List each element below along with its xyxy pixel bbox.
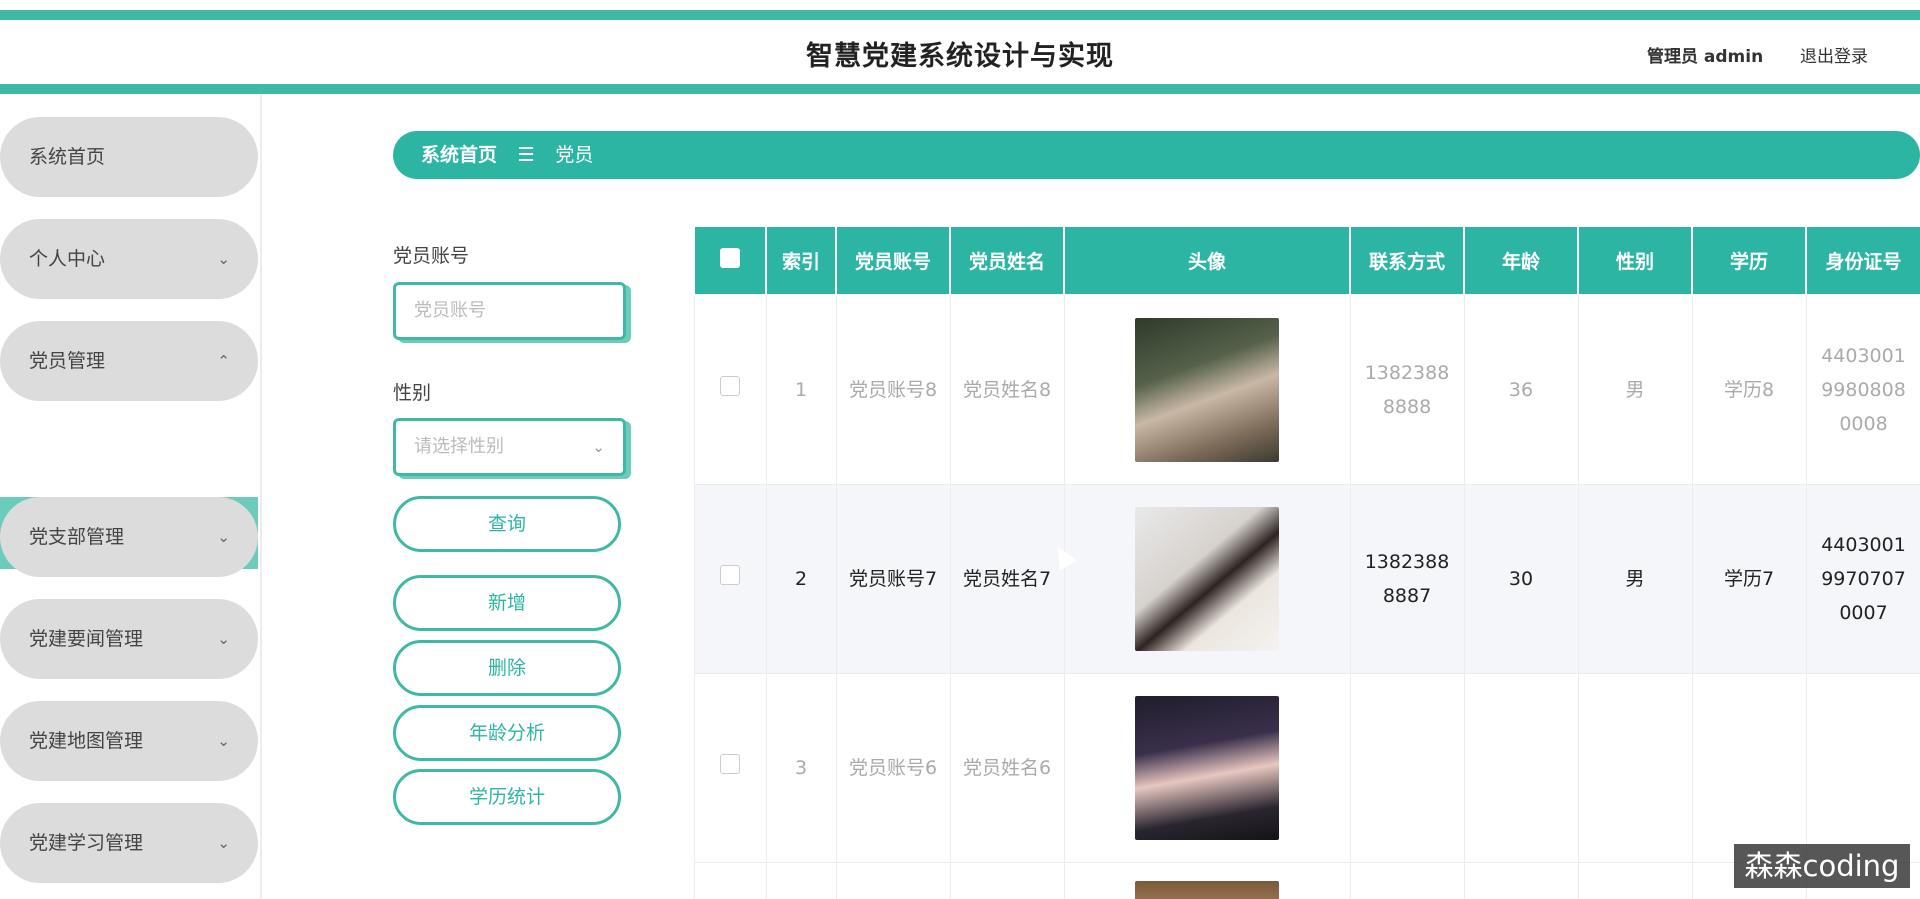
avatar[interactable] (1135, 880, 1279, 899)
sidebar-item-home[interactable]: 系统首页 (0, 117, 258, 197)
sidebar-item-study-management[interactable]: 党建学习管理 ⌄ (0, 803, 258, 883)
row-checkbox[interactable] (720, 564, 740, 585)
top-header: 智慧党建系统设计与实现 管理员 admin 退出登录 (0, 0, 1920, 95)
cell-name: 党员姓名8 (949, 294, 1065, 485)
query-button[interactable]: 查询 (393, 496, 621, 552)
column-header[interactable]: 年龄 (1463, 225, 1579, 296)
chevron-down-icon: ⌄ (592, 438, 605, 456)
cell-account: 党员账号8 (835, 294, 951, 485)
row-checkbox[interactable] (720, 375, 740, 396)
cell-age: 36 (1463, 294, 1579, 485)
breadcrumb-current: 党员 (555, 144, 594, 166)
table-header-row: 索引 党员账号 党员姓名 头像 联系方式 年龄 性别 学历 身份证号 (693, 225, 1920, 296)
chevron-down-icon: ⌄ (217, 630, 230, 648)
chevron-down-icon: ⌄ (217, 732, 230, 750)
breadcrumb-home-link[interactable]: 系统首页 (421, 144, 497, 166)
sidebar-item-label: 党建要闻管理 (29, 628, 144, 650)
sidebar-item-member-management[interactable]: 党员管理 ⌃ (0, 321, 258, 401)
cell-gender: 男 (1577, 294, 1693, 485)
gender-select[interactable]: 请选择性别 ⌄ (393, 418, 626, 476)
cell-id-number (1805, 672, 1920, 863)
select-all-checkbox[interactable] (720, 248, 740, 268)
table-row[interactable]: 2 党员账号7 党员姓名7 13823888887 30 男 学历7 44030… (693, 483, 1920, 674)
row-checkbox[interactable] (720, 753, 740, 774)
chevron-down-icon: ⌄ (217, 528, 230, 546)
site-title: 智慧党建系统设计与实现 (806, 41, 1114, 72)
column-header[interactable]: 党员账号 (835, 225, 951, 296)
education-stats-button[interactable]: 学历统计 (393, 769, 621, 825)
chevron-down-icon: ⌄ (217, 250, 230, 268)
account-field-label: 党员账号 (393, 245, 470, 267)
cell-index: 3 (765, 672, 837, 863)
cell-index: 2 (765, 483, 837, 674)
header-bottom-stripe (0, 84, 1920, 94)
avatar[interactable] (1135, 317, 1279, 462)
column-header[interactable]: 学历 (1691, 225, 1807, 296)
cell-id-number: 440300199808080008 (1805, 294, 1920, 485)
watermark: 森森coding (1734, 844, 1910, 888)
cell-name: 党员姓名7 (949, 483, 1065, 674)
gender-select-placeholder: 请选择性别 (414, 436, 504, 457)
table-row[interactable]: 3 党员账号6 党员姓名6 (693, 672, 1920, 863)
breadcrumb-separator-icon: ☰ (517, 144, 535, 166)
breadcrumb: 系统首页 ☰ 党员 (393, 131, 1920, 179)
table-row[interactable]: 1 党员账号8 党员姓名8 13823888888 36 男 学历8 44030… (693, 294, 1920, 485)
column-header[interactable]: 头像 (1063, 225, 1351, 296)
column-header[interactable]: 身份证号 (1805, 225, 1920, 296)
column-header[interactable]: 性别 (1577, 225, 1693, 296)
sidebar-item-label: 党支部管理 (29, 526, 125, 548)
sidebar-item-personal-center[interactable]: 个人中心 ⌄ (0, 219, 258, 299)
sidebar-item-branch-management[interactable]: 党支部管理 ⌄ (0, 497, 258, 577)
column-header[interactable]: 索引 (765, 225, 837, 296)
gender-field-label: 性别 (393, 382, 432, 404)
cell-id-number: 440300199707070007 (1805, 483, 1920, 674)
cell-name: 党员姓名6 (949, 672, 1065, 863)
cell-education: 学历8 (1691, 294, 1807, 485)
account-input[interactable]: 党员账号 (393, 282, 626, 340)
cell-account: 党员账号7 (835, 483, 951, 674)
sidebar-item-label: 个人中心 (29, 248, 106, 270)
avatar[interactable] (1135, 506, 1279, 651)
age-analysis-button[interactable]: 年龄分析 (393, 705, 621, 761)
cell-avatar (1063, 672, 1351, 863)
sidebar-item-label: 党员管理 (29, 350, 106, 372)
sidebar-item-label: 党建地图管理 (29, 730, 144, 752)
sidebar-item-label: 党建学习管理 (29, 832, 144, 854)
cell-education (1691, 672, 1807, 863)
logout-link[interactable]: 退出登录 (1800, 42, 1868, 67)
add-button[interactable]: 新增 (393, 575, 621, 631)
account-input-placeholder: 党员账号 (414, 300, 486, 321)
cell-age (1463, 672, 1579, 863)
cell-gender: 男 (1577, 483, 1693, 674)
column-header[interactable]: 党员姓名 (949, 225, 1065, 296)
header-top-stripe (0, 10, 1920, 20)
cell-avatar (1063, 483, 1351, 674)
admin-user-label: 管理员 admin (1647, 47, 1764, 67)
cell-phone (1349, 672, 1465, 863)
sidebar-item-map-management[interactable]: 党建地图管理 ⌄ (0, 701, 258, 781)
cell-gender (1577, 672, 1693, 863)
chevron-down-icon: ⌄ (217, 834, 230, 852)
column-header[interactable]: 联系方式 (1349, 225, 1465, 296)
chevron-up-icon: ⌃ (217, 352, 230, 370)
cell-avatar (1063, 294, 1351, 485)
cell-phone: 13823888887 (1349, 483, 1465, 674)
sidebar-item-news-management[interactable]: 党建要闻管理 ⌄ (0, 599, 258, 679)
cell-index: 1 (765, 294, 837, 485)
avatar[interactable] (1135, 695, 1279, 840)
sidebar: 系统首页 个人中心 ⌄ 党员管理 ⌃ 党员 党支部管理 ⌄ 党建要闻管理 ⌄ 党… (0, 95, 262, 899)
sidebar-item-label: 系统首页 (29, 146, 106, 168)
delete-button[interactable]: 删除 (393, 640, 621, 696)
cell-account: 党员账号6 (835, 672, 951, 863)
member-table: 索引 党员账号 党员姓名 头像 联系方式 年龄 性别 学历 身份证号 1 党员账… (693, 225, 1920, 899)
select-all-cell (693, 225, 767, 296)
cell-age: 30 (1463, 483, 1579, 674)
cell-education: 学历7 (1691, 483, 1807, 674)
cell-phone: 13823888888 (1349, 294, 1465, 485)
